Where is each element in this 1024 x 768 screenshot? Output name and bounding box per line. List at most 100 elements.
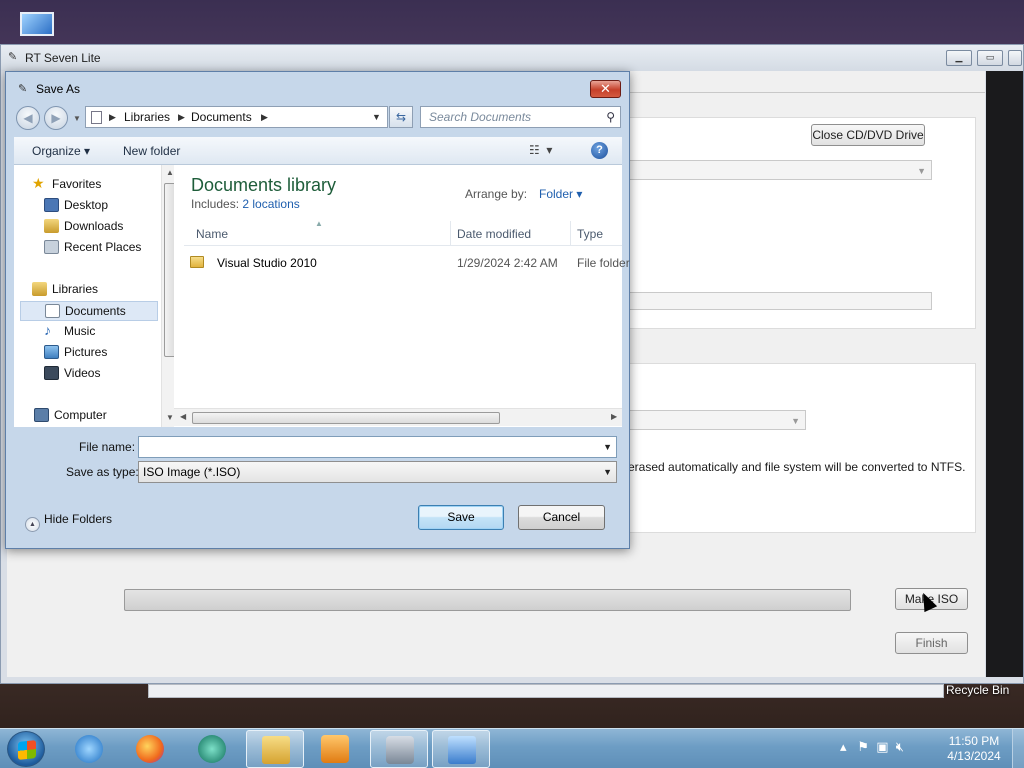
nav-libraries[interactable]: Libraries xyxy=(32,280,157,300)
file-name: Visual Studio 2010 xyxy=(217,256,317,270)
clock-date: 4/13/2024 xyxy=(947,749,1001,763)
column-separator[interactable] xyxy=(570,221,571,245)
scroll-right-icon[interactable]: ▶ xyxy=(611,412,617,421)
file-name-label: File name: xyxy=(79,440,136,454)
breadcrumb-libraries[interactable]: Libraries xyxy=(124,110,170,124)
includes-locations-link[interactable]: 2 locations xyxy=(242,197,299,211)
save-as-type-select[interactable]: ISO Image (*.ISO) ▼ xyxy=(138,461,617,483)
documents-icon xyxy=(45,304,60,318)
nav-label: Computer xyxy=(54,408,107,422)
file-row[interactable]: Visual Studio 2010 1/29/2024 2:42 AM Fil… xyxy=(186,253,630,273)
windows-logo-icon xyxy=(18,740,36,760)
save-as-type-value: ISO Image (*.ISO) xyxy=(143,465,241,479)
help-icon[interactable]: ? xyxy=(591,142,608,159)
file-list-pane: Documents library Includes: 2 locations … xyxy=(174,165,630,427)
nav-videos[interactable]: Videos xyxy=(44,364,157,384)
search-icon[interactable]: ⚲ xyxy=(606,110,615,124)
hide-folders-button[interactable]: ▲ Hide Folders xyxy=(25,512,112,532)
refresh-icon[interactable]: ⇆ xyxy=(389,106,413,128)
nav-recent-places[interactable]: Recent Places xyxy=(44,238,157,258)
search-input[interactable]: Search Documents ⚲ xyxy=(420,106,621,128)
close-button[interactable] xyxy=(1008,50,1022,66)
minimize-button[interactable]: ▁ xyxy=(946,50,972,66)
action-center-flag-icon[interactable]: ⚑ xyxy=(857,739,869,754)
desktop-icon xyxy=(44,198,59,212)
maximize-button[interactable]: ▭ xyxy=(977,50,1003,66)
network-icon[interactable]: ▣ xyxy=(876,739,888,754)
nav-computer[interactable]: Computer xyxy=(34,406,157,426)
nav-pictures[interactable]: Pictures xyxy=(44,343,157,363)
back-arrow-icon[interactable]: ◀ xyxy=(16,106,40,130)
finish-button[interactable]: Finish xyxy=(895,632,968,654)
chevron-up-icon: ▲ xyxy=(25,517,40,532)
close-drive-button[interactable]: Close CD/DVD Drive xyxy=(811,124,925,146)
nav-desktop[interactable]: Desktop xyxy=(44,196,157,216)
drive-select[interactable]: ▼ xyxy=(626,160,932,180)
search-placeholder: Search Documents xyxy=(429,110,532,124)
column-type[interactable]: Type xyxy=(577,227,603,241)
computer-desktop-icon[interactable] xyxy=(14,8,60,42)
arrange-by-dropdown[interactable]: Folder ▾ xyxy=(539,187,582,201)
change-view-icon[interactable]: ☷ ▾ xyxy=(529,143,552,157)
column-date-modified[interactable]: Date modified xyxy=(457,227,531,241)
hscroll-thumb[interactable] xyxy=(192,412,500,424)
iso-progress-bar xyxy=(124,589,851,611)
show-hidden-icons-icon[interactable]: ▴ xyxy=(840,739,847,754)
taskbar-rt-seven-lite[interactable] xyxy=(370,730,428,768)
show-desktop-button[interactable] xyxy=(1012,729,1024,768)
new-folder-button[interactable]: New folder xyxy=(123,144,180,158)
star-icon: ★ xyxy=(32,175,45,191)
column-separator[interactable] xyxy=(450,221,451,245)
taskbar-file-explorer[interactable] xyxy=(246,730,304,768)
organize-button[interactable]: Organize ▾ xyxy=(32,144,90,158)
volume-muted-icon[interactable]: 🔇︎ xyxy=(896,739,904,754)
dialog-close-button[interactable]: ✕ xyxy=(590,80,621,98)
chevron-right-icon[interactable]: ▶ xyxy=(261,112,268,123)
recent-places-icon xyxy=(44,240,59,254)
column-headers: Name ▲ Date modified Type xyxy=(184,219,622,246)
app-titlebar[interactable]: ✎ RT Seven Lite ▁ ▭ xyxy=(1,45,1023,71)
save-button[interactable]: Save xyxy=(418,505,504,530)
downloads-folder-icon xyxy=(44,219,59,233)
file-name-dropdown-icon[interactable]: ▼ xyxy=(603,442,612,452)
cancel-button[interactable]: Cancel xyxy=(518,505,605,530)
scroll-down-icon[interactable]: ▼ xyxy=(166,413,174,422)
nav-music[interactable]: ♪ Music xyxy=(44,322,157,342)
column-name[interactable]: Name xyxy=(196,227,228,241)
recent-locations-dropdown-icon[interactable]: ▼ xyxy=(73,114,81,123)
taskbar: ▴ ⚑ ▣ 🔇︎ 11:50 PM 4/13/2024 xyxy=(0,728,1024,768)
chevron-right-icon[interactable]: ▶ xyxy=(178,112,185,123)
breadcrumb-documents[interactable]: Documents xyxy=(191,110,252,124)
file-list-hscrollbar[interactable]: ◀ ▶ xyxy=(174,408,622,426)
address-bar[interactable]: ▶ Libraries ▶ Documents ▶ ▼ xyxy=(85,106,388,128)
app-title: RT Seven Lite xyxy=(25,51,101,65)
library-icon xyxy=(91,111,102,124)
taskbar-media-player[interactable] xyxy=(306,730,364,768)
folder-icon xyxy=(190,256,204,268)
taskbar-control-panel[interactable] xyxy=(432,730,490,768)
filesystem-select[interactable]: ▼ xyxy=(626,410,806,430)
taskbar-media-app[interactable] xyxy=(183,730,241,768)
recycle-bin-label[interactable]: Recycle Bin xyxy=(946,683,1009,697)
start-button[interactable] xyxy=(7,731,45,767)
save-as-type-dropdown-icon[interactable]: ▼ xyxy=(603,467,612,477)
nav-label: Libraries xyxy=(52,282,99,296)
clock[interactable]: 11:50 PM 4/13/2024 xyxy=(944,734,1004,764)
control-panel-icon xyxy=(448,736,476,764)
nav-downloads[interactable]: Downloads xyxy=(44,217,157,237)
nav-label: Desktop xyxy=(64,198,109,212)
nav-favorites[interactable]: ★ Favorites xyxy=(32,175,157,195)
address-dropdown-icon[interactable]: ▼ xyxy=(372,112,381,122)
sort-ascending-icon: ▲ xyxy=(315,219,323,228)
nav-documents[interactable]: Documents xyxy=(20,301,158,321)
forward-arrow-icon[interactable]: ▶ xyxy=(44,106,68,130)
computer-icon xyxy=(34,408,49,422)
file-name-field[interactable]: ▼ xyxy=(138,436,617,458)
library-includes: Includes: 2 locations xyxy=(191,197,300,211)
taskbar-internet-explorer[interactable] xyxy=(60,730,118,768)
arrange-by-label: Arrange by: xyxy=(465,187,528,201)
taskbar-firefox[interactable] xyxy=(121,730,179,768)
scroll-up-icon[interactable]: ▲ xyxy=(166,168,174,177)
scroll-left-icon[interactable]: ◀ xyxy=(180,412,186,421)
chevron-right-icon[interactable]: ▶ xyxy=(109,112,116,123)
